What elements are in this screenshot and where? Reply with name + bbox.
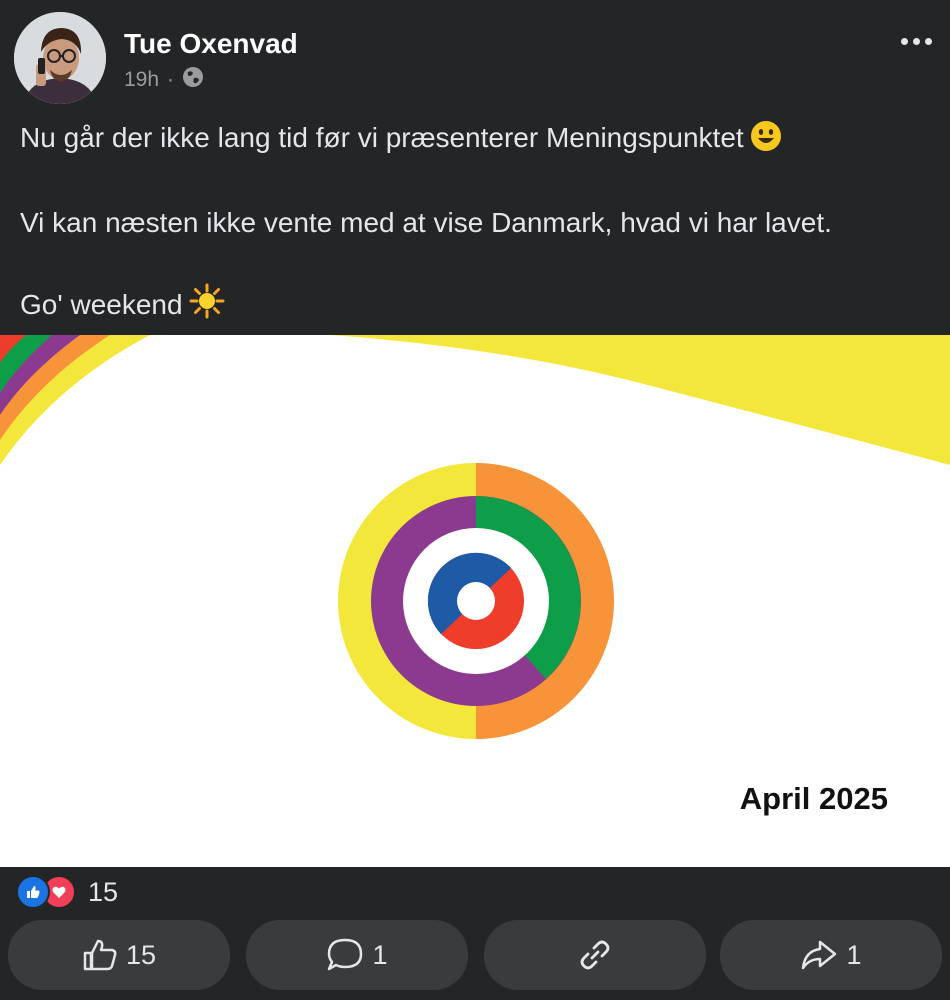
share-button[interactable]: 1 [720,920,942,990]
globe-icon [182,66,204,94]
smiley-icon [750,120,782,163]
like-button[interactable]: 15 [8,920,230,990]
comment-bubble-icon [326,937,364,973]
comment-button[interactable]: 1 [246,920,468,990]
avatar[interactable] [14,12,106,104]
share-count: 1 [846,939,862,970]
post-meta: 19h · [124,66,204,94]
like-reaction-icon [16,875,50,909]
comment-count: 1 [372,939,388,970]
reaction-summary[interactable]: 15 [16,874,118,910]
profile-photo [14,12,106,104]
post-text-line-1: Nu går der ikke lang tid før vi præsente… [20,118,930,163]
author-name[interactable]: Tue Oxenvad [124,28,298,60]
post-header: Tue Oxenvad 19h · [0,0,950,112]
more-dots-icon[interactable] [896,26,936,56]
post-time[interactable]: 19h [124,68,159,92]
reaction-count: 15 [88,876,119,907]
share-arrow-icon [800,939,838,971]
post-image[interactable]: April 2025 [0,335,950,867]
sun-icon [189,283,225,330]
post-text-line-2: Vi kan næsten ikke vente med at vise Dan… [20,207,832,238]
meta-separator: · [167,68,175,91]
action-bar: 15 1 1 [8,920,942,992]
like-count: 15 [125,939,157,970]
copy-link-button[interactable] [484,920,706,990]
link-icon [577,937,613,973]
post-text: Nu går der ikke lang tid før vi præsente… [20,118,930,330]
logo-target-icon [338,463,614,739]
post-text-line-3: Go' weekend [20,283,930,330]
thumbs-up-icon [82,938,118,972]
banner-date: April 2025 [739,781,888,816]
